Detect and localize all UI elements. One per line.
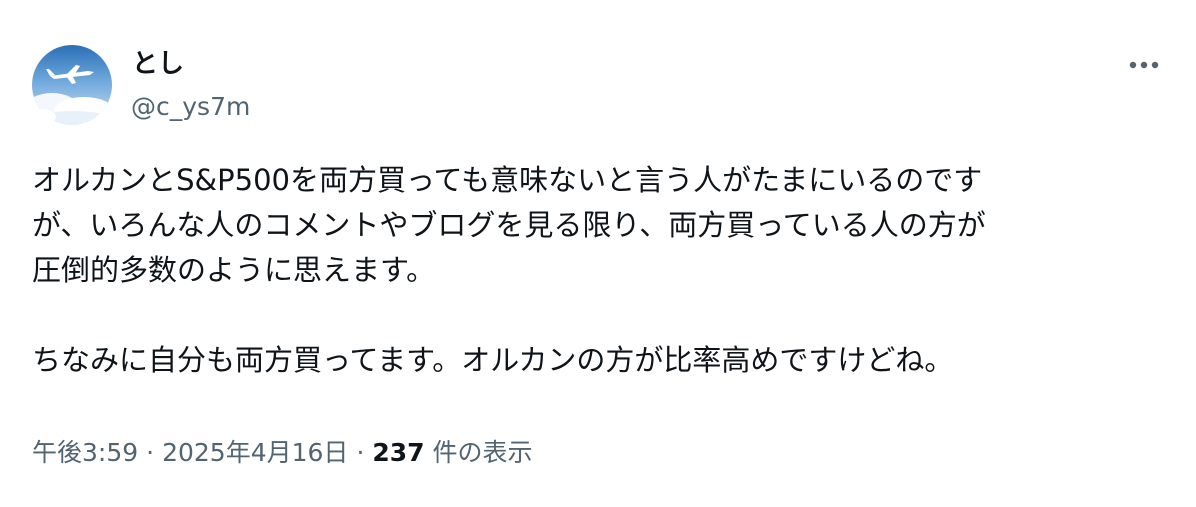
view-count-link[interactable]: 237 件の表示	[372, 438, 532, 467]
author-display-name[interactable]: とし	[132, 48, 184, 80]
tweet-date: 2025年4月16日	[162, 438, 349, 467]
tweet-text-line: 圧倒的多数のように思えます。	[32, 253, 436, 287]
tweet-text-line: ちなみに自分も両方買ってます。オルカンの方が比率高めですけどね。	[32, 343, 954, 377]
tweet-time: 午後3:59	[32, 438, 139, 467]
tweet-card: とし @c_ys7m オルカンとS&P500を両方買っても意味ないと言う人がたま…	[0, 0, 1196, 507]
tweet-timestamp-link[interactable]: 午後3:59 · 2025年4月16日	[32, 438, 348, 467]
tweet-text-line: が、いろんな人のコメントやブログを見る限り、両方買っている人の方が	[32, 208, 986, 242]
separator-dot: ·	[356, 438, 365, 467]
airplane-avatar-icon	[32, 45, 112, 125]
more-options-button[interactable]	[1124, 48, 1164, 82]
avatar[interactable]	[32, 45, 112, 125]
tweet-text-line: オルカンとS&P500を両方買っても意味ないと言う人がたまにいるのです	[32, 163, 983, 197]
view-label: 件の表示	[432, 438, 533, 467]
tweet-text: オルカンとS&P500を両方買っても意味ないと言う人がたまにいるのです が、いろ…	[32, 158, 1172, 383]
author-handle[interactable]: @c_ys7m	[131, 92, 250, 122]
view-count: 237	[372, 438, 425, 467]
more-horizontal-icon	[1129, 61, 1159, 69]
separator-dot: ·	[146, 438, 155, 467]
tweet-metadata: 午後3:59 · 2025年4月16日 · 237 件の表示	[32, 436, 533, 470]
